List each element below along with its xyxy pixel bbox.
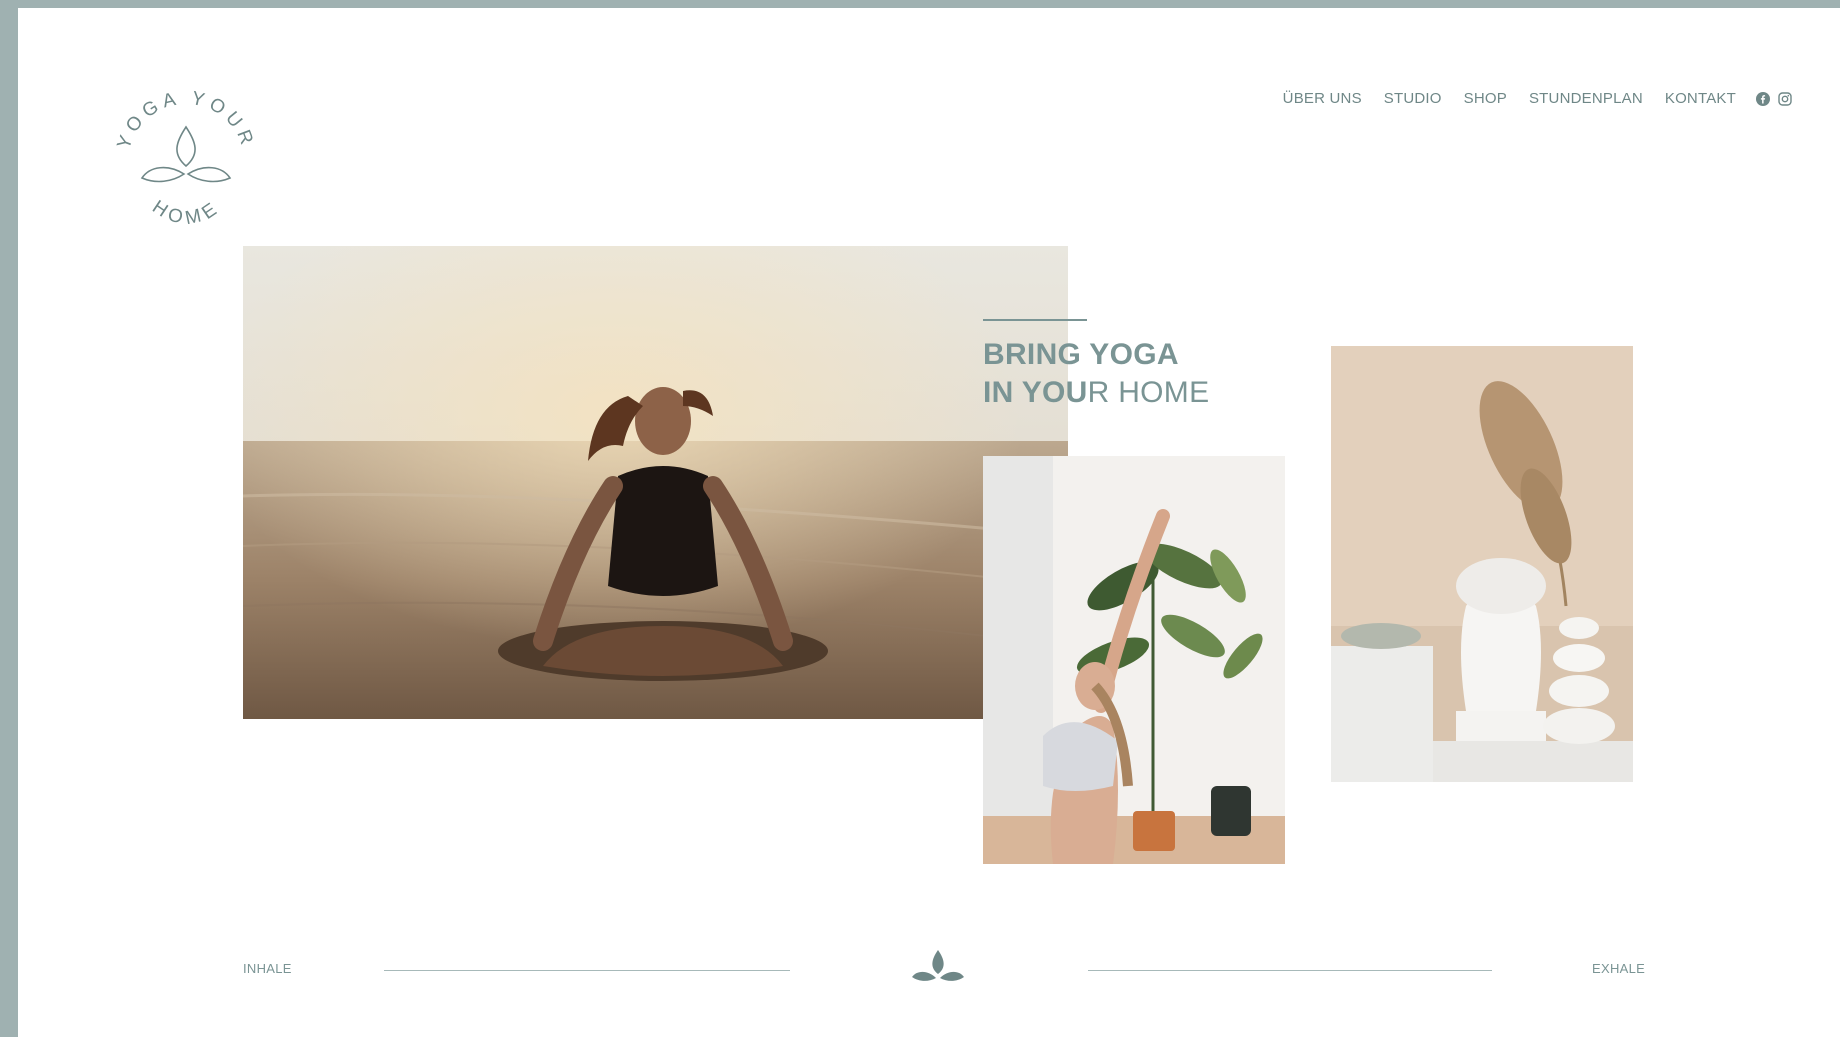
hero-headline-line2-bold: IN YOU xyxy=(983,376,1088,409)
headline-rule xyxy=(983,319,1087,321)
beach-meditation-photo xyxy=(243,246,1068,719)
lotus-logo-icon: YOGA YOUR HOME xyxy=(113,88,258,230)
hero-headline-line2: IN YOUR HOME xyxy=(983,374,1209,412)
yoga-stretch-photo xyxy=(983,456,1285,864)
page: YOGA YOUR HOME ÜBER UNS STUDIO SHOP STUN… xyxy=(18,8,1840,1037)
nav-item-kontakt[interactable]: KONTAKT xyxy=(1665,90,1736,107)
logo[interactable]: YOGA YOUR HOME xyxy=(98,70,273,245)
logo-bottom-text: HOME xyxy=(148,197,219,230)
footer-divider-left xyxy=(384,970,790,971)
exhale-label: EXHALE xyxy=(1592,961,1646,976)
hero-headline: BRING YOGA IN YOUR HOME xyxy=(983,336,1209,412)
nav-item-ueber-uns[interactable]: ÜBER UNS xyxy=(1283,90,1362,107)
instagram-icon[interactable] xyxy=(1778,91,1792,106)
nav-item-shop[interactable]: SHOP xyxy=(1464,90,1507,107)
logo-top-text: YOGA YOUR xyxy=(113,88,253,152)
svg-text:YOGA YOUR: YOGA YOUR xyxy=(113,88,258,152)
hero-headline-line2-rest: R HOME xyxy=(1087,376,1210,409)
svg-text:HOME: HOME xyxy=(148,197,224,230)
main-nav: ÜBER UNS STUDIO SHOP STUNDENPLAN KONTAKT xyxy=(1283,90,1792,107)
hero-headline-line1: BRING YOGA xyxy=(983,338,1179,371)
buddha-decor-photo xyxy=(1331,346,1633,782)
footer-divider-right xyxy=(1088,970,1492,971)
nav-item-stundenplan[interactable]: STUNDENPLAN xyxy=(1529,90,1643,107)
facebook-icon[interactable] xyxy=(1756,91,1770,106)
nav-item-studio[interactable]: STUDIO xyxy=(1384,90,1442,107)
inhale-label: INHALE xyxy=(243,961,292,976)
social-links xyxy=(1756,91,1792,106)
lotus-icon xyxy=(912,950,964,981)
